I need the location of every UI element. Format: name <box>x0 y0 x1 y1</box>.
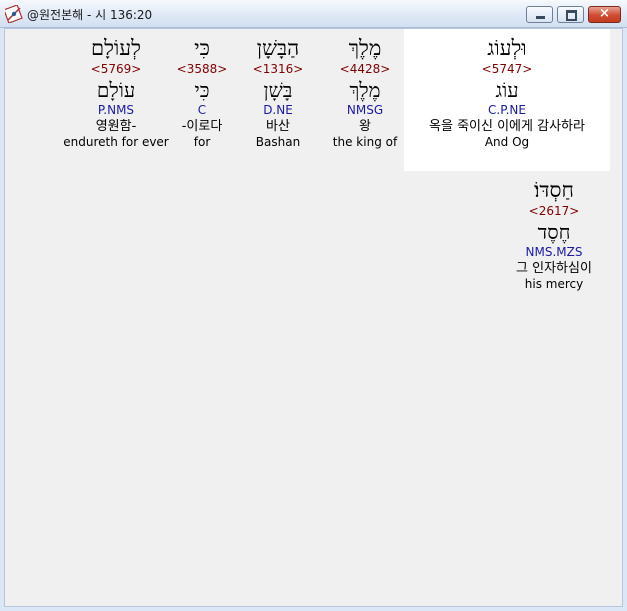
minimize-icon <box>536 16 545 19</box>
maximize-button[interactable] <box>557 6 584 23</box>
hebrew-word: לְעוֹלָם <box>90 36 141 60</box>
word-block-forever[interactable]: לְעוֹלָם <5769> עוֹלָם P.NMS 영원함- endure… <box>63 35 169 150</box>
korean-gloss: 왕 <box>359 119 371 134</box>
english-gloss: And Og <box>484 135 530 149</box>
word-block-for[interactable]: כִּי <3588> כִּי C -이로다 for <box>171 35 233 150</box>
korean-gloss: -이로다 <box>181 119 223 134</box>
hebrew-lemma: מֶלֶךְ <box>349 78 381 102</box>
english-gloss: Bashan <box>255 135 301 149</box>
word-block-bashan[interactable]: הַבָּשָׁן <1316> בָּשָׁן D.NE 바산 Bashan <box>242 35 314 150</box>
hebrew-word: מֶלֶךְ <box>348 36 382 60</box>
english-gloss: his mercy <box>524 277 584 291</box>
word-block-mercy[interactable]: חַסְדּוֹ׃ <2617> חֶסֶד NMS.MZS 그 인자하심이 h… <box>497 177 611 292</box>
korean-gloss: 바산 <box>266 119 290 134</box>
korean-gloss: 영원함- <box>95 119 137 134</box>
word-block-og[interactable]: וּלְעוֹג <5747> עוֹג C.P.NE 옥을 죽이신 이에게 감… <box>404 35 610 150</box>
close-icon: × <box>599 6 610 21</box>
strong-number: <5769> <box>90 62 142 76</box>
morphology-code: C <box>197 103 207 117</box>
hebrew-word: וּלְעוֹג <box>487 36 527 60</box>
strong-number: <2617> <box>528 204 580 218</box>
hebrew-lemma: עוֹג <box>495 78 519 102</box>
title-bar[interactable]: @원전본해 - 시 136:20 × <box>0 0 627 28</box>
hebrew-lemma: כִּי <box>194 78 210 102</box>
english-gloss: the king of <box>332 135 398 149</box>
window-title: @원전본해 - 시 136:20 <box>27 8 153 22</box>
word-block-king[interactable]: מֶלֶךְ <4428> מֶלֶךְ NMSG 왕 the king of <box>324 35 406 150</box>
maximize-icon <box>566 10 577 21</box>
korean-gloss: 옥을 죽이신 이에게 감사하라 <box>429 119 585 134</box>
morphology-code: NMSG <box>346 103 384 117</box>
strong-number: <4428> <box>339 62 391 76</box>
hebrew-word: הַבָּשָׁן <box>256 36 300 60</box>
hebrew-word: כִּי <box>194 36 210 60</box>
strong-number: <5747> <box>481 62 533 76</box>
morphology-code: P.NMS <box>97 103 135 117</box>
book-compass-icon <box>5 5 23 23</box>
minimize-button[interactable] <box>526 6 553 23</box>
english-gloss: for <box>193 135 211 149</box>
strong-number: <3588> <box>176 62 228 76</box>
interlinear-view[interactable]: וּלְעוֹג <5747> עוֹג C.P.NE 옥을 죽이신 이에게 감… <box>4 28 623 607</box>
korean-gloss: 그 인자하심이 <box>516 261 592 276</box>
morphology-code: NMS.MZS <box>525 245 583 259</box>
hebrew-word: חַסְדּוֹ׃ <box>534 178 574 202</box>
morphology-code: D.NE <box>263 103 293 117</box>
hebrew-lemma: עוֹלָם <box>96 78 136 102</box>
hebrew-lemma: בָּשָׁן <box>263 78 293 102</box>
hebrew-lemma: חֶסֶד <box>537 220 571 244</box>
morphology-code: C.P.NE <box>488 103 526 117</box>
strong-number: <1316> <box>252 62 304 76</box>
english-gloss: endureth for ever <box>63 135 169 149</box>
close-button[interactable]: × <box>588 6 621 23</box>
